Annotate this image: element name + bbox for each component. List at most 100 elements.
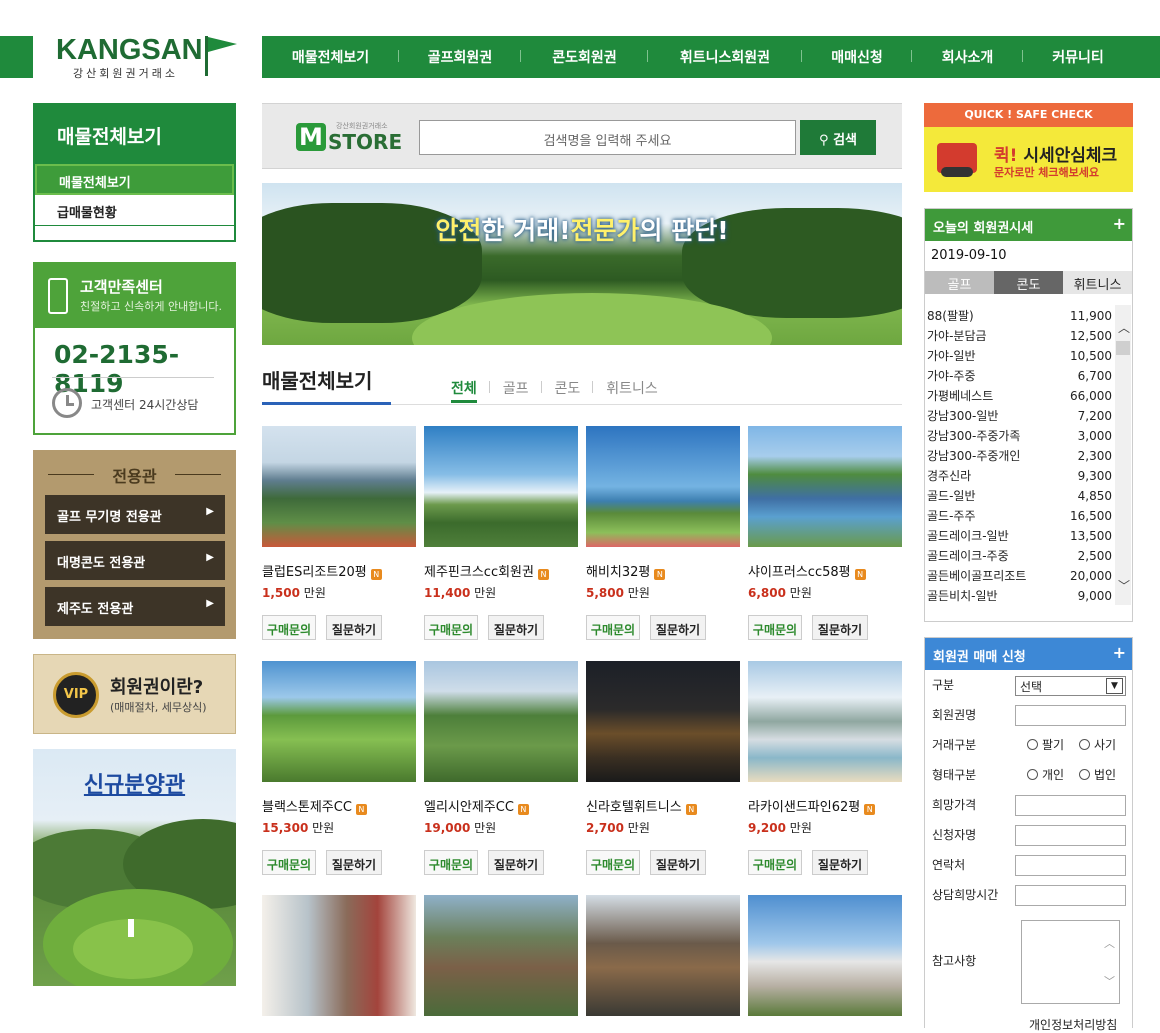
rate-row[interactable]: 강남300-일반 7,200: [927, 406, 1112, 426]
radio-buy[interactable]: 사기: [1079, 736, 1116, 753]
applicant-input[interactable]: [1015, 825, 1126, 846]
nav-item-community[interactable]: 커뮤니티: [1023, 47, 1133, 67]
rate-row[interactable]: 88(팔팔) 11,900: [927, 306, 1112, 326]
product-card[interactable]: 신라호텔휘트니스 N 2,700 만원 구매문의 질문하기: [586, 661, 740, 875]
rates-scrollbar[interactable]: ︿ ﹀: [1115, 305, 1131, 605]
tab-golf[interactable]: 골프: [490, 378, 542, 398]
notes-textarea[interactable]: ︿ ﹀: [1021, 920, 1120, 1004]
rates-tab-condo[interactable]: 콘도: [994, 271, 1063, 294]
ask-question-button[interactable]: 질문하기: [812, 850, 868, 875]
product-card[interactable]: 해비치32평 N 5,800 만원 구매문의 질문하기: [586, 426, 740, 640]
category-item-urgent[interactable]: 급매물현황: [35, 195, 234, 226]
product-name[interactable]: 블랙스톤제주CC N: [262, 796, 416, 815]
rate-row[interactable]: 강남300-주중개인 2,300: [927, 446, 1112, 466]
nav-item-company[interactable]: 회사소개: [912, 47, 1023, 67]
product-image[interactable]: [748, 426, 902, 547]
scrollbar-thumb[interactable]: [1116, 341, 1130, 355]
membership-input[interactable]: [1015, 705, 1126, 726]
plus-icon[interactable]: +: [1113, 643, 1126, 662]
buy-inquiry-button[interactable]: 구매문의: [262, 850, 316, 875]
radio-individual[interactable]: 개인: [1027, 766, 1064, 783]
cs-phone-number[interactable]: 02-2135-8119: [54, 340, 234, 398]
product-image[interactable]: [586, 661, 740, 782]
product-name[interactable]: 샤이프러스cc58평 N: [748, 561, 902, 580]
product-image[interactable]: [586, 426, 740, 547]
product-card[interactable]: 샤이프러스cc58평 N 6,800 만원 구매문의 질문하기: [748, 426, 902, 640]
rates-tab-golf[interactable]: 골프: [925, 271, 994, 294]
vip-banner[interactable]: VIP 회원권이란? (매매절차, 세무상식): [33, 654, 236, 734]
rate-row[interactable]: 가야-일반 10,500: [927, 346, 1112, 366]
product-name[interactable]: 해비치32평 N: [586, 561, 740, 580]
quick-check-banner[interactable]: QUICK ! SAFE CHECK 퀵! 시세안심체크 문자로만 체크해보세요: [924, 103, 1133, 192]
product-name[interactable]: 클럽ES리조트20평 N: [262, 561, 416, 580]
ask-question-button[interactable]: 질문하기: [488, 615, 544, 640]
product-name[interactable]: 엘리시안제주CC N: [424, 796, 578, 815]
rate-row[interactable]: 가야-분담금 12,500: [927, 326, 1112, 346]
pavilion-daemyung-button[interactable]: 대명콘도 전용관 ▶: [45, 541, 225, 580]
product-name[interactable]: 라카이샌드파인62평 N: [748, 796, 902, 815]
product-name[interactable]: 신라호텔휘트니스 N: [586, 796, 740, 815]
product-image[interactable]: [262, 426, 416, 547]
buy-inquiry-button[interactable]: 구매문의: [586, 850, 640, 875]
product-card[interactable]: 라카이샌드파인62평 N 9,200 만원 구매문의 질문하기: [748, 661, 902, 875]
plus-icon[interactable]: +: [1113, 214, 1126, 233]
chevron-up-icon[interactable]: ︿: [1118, 319, 1130, 336]
rate-row[interactable]: 골드-일반 4,850: [927, 486, 1112, 506]
buy-inquiry-button[interactable]: 구매문의: [748, 615, 802, 640]
tab-all[interactable]: 전체: [451, 378, 490, 403]
rate-row[interactable]: 강남300-주중가족 3,000: [927, 426, 1112, 446]
rate-row[interactable]: 골드레이크-일반 13,500: [927, 526, 1112, 546]
logo[interactable]: KANGSAN 강산회원권거래소: [33, 34, 262, 80]
search-input[interactable]: 검색명을 입력해 주세요: [419, 120, 796, 155]
nav-item-golf[interactable]: 골프회원권: [399, 47, 521, 67]
buy-inquiry-button[interactable]: 구매문의: [262, 615, 316, 640]
tab-condo[interactable]: 콘도: [542, 378, 594, 398]
new-sale-banner[interactable]: 신규분양관: [33, 749, 236, 986]
buy-inquiry-button[interactable]: 구매문의: [586, 615, 640, 640]
buy-inquiry-button[interactable]: 구매문의: [424, 615, 478, 640]
nav-item-apply[interactable]: 매매신청: [802, 47, 912, 67]
pavilion-jeju-button[interactable]: 제주도 전용관 ▶: [45, 587, 225, 626]
ask-question-button[interactable]: 질문하기: [326, 850, 382, 875]
product-card[interactable]: 클럽ES리조트20평 N 1,500 만원 구매문의 질문하기: [262, 426, 416, 640]
ask-question-button[interactable]: 질문하기: [650, 615, 706, 640]
product-image[interactable]: [424, 426, 578, 547]
radio-sell[interactable]: 팔기: [1027, 736, 1064, 753]
category-item-all[interactable]: 매물전체보기: [35, 164, 234, 195]
nav-item-condo[interactable]: 콘도회원권: [521, 47, 648, 67]
product-card[interactable]: 블랙스톤제주CC N 15,300 만원 구매문의 질문하기: [262, 661, 416, 875]
search-button[interactable]: ⚲ 검색: [800, 120, 876, 155]
main-banner[interactable]: 안전한 거래!전문가의 판단!: [262, 183, 902, 345]
product-name[interactable]: 제주핀크스cc회원권 N: [424, 561, 578, 580]
contact-input[interactable]: [1015, 855, 1126, 876]
product-image[interactable]: [748, 895, 902, 1016]
product-card[interactable]: [586, 895, 740, 1016]
rate-row[interactable]: 골드-주주 16,500: [927, 506, 1112, 526]
product-image[interactable]: [262, 661, 416, 782]
product-image[interactable]: [748, 661, 902, 782]
ask-question-button[interactable]: 질문하기: [812, 615, 868, 640]
nav-item-fitness[interactable]: 휘트니스회원권: [648, 47, 802, 67]
radio-corporate[interactable]: 법인: [1079, 766, 1116, 783]
rate-row[interactable]: 가야-주중 6,700: [927, 366, 1112, 386]
buy-inquiry-button[interactable]: 구매문의: [424, 850, 478, 875]
ask-question-button[interactable]: 질문하기: [326, 615, 382, 640]
rate-row[interactable]: 경주신라 9,300: [927, 466, 1112, 486]
product-card[interactable]: [424, 895, 578, 1016]
price-input[interactable]: [1015, 795, 1126, 816]
privacy-policy-link[interactable]: 개인정보처리방침: [1029, 1016, 1117, 1033]
rate-row[interactable]: 골든베이골프리조트 20,000: [927, 566, 1112, 586]
rate-row[interactable]: 골드레이크-주중 2,500: [927, 546, 1112, 566]
product-image[interactable]: [424, 661, 578, 782]
buy-inquiry-button[interactable]: 구매문의: [748, 850, 802, 875]
nav-item-all[interactable]: 매물전체보기: [262, 47, 399, 67]
product-image[interactable]: [262, 895, 416, 1016]
category-select[interactable]: 선택 ▼: [1015, 676, 1126, 696]
rates-tab-fitness[interactable]: 휘트니스: [1063, 271, 1132, 294]
rate-row[interactable]: 가평베네스트 66,000: [927, 386, 1112, 406]
ask-question-button[interactable]: 질문하기: [488, 850, 544, 875]
chevron-down-icon[interactable]: ﹀: [1118, 577, 1130, 594]
product-card[interactable]: 엘리시안제주CC N 19,000 만원 구매문의 질문하기: [424, 661, 578, 875]
rate-row[interactable]: 골든비치-일반 9,000: [927, 586, 1112, 606]
product-image[interactable]: [586, 895, 740, 1016]
